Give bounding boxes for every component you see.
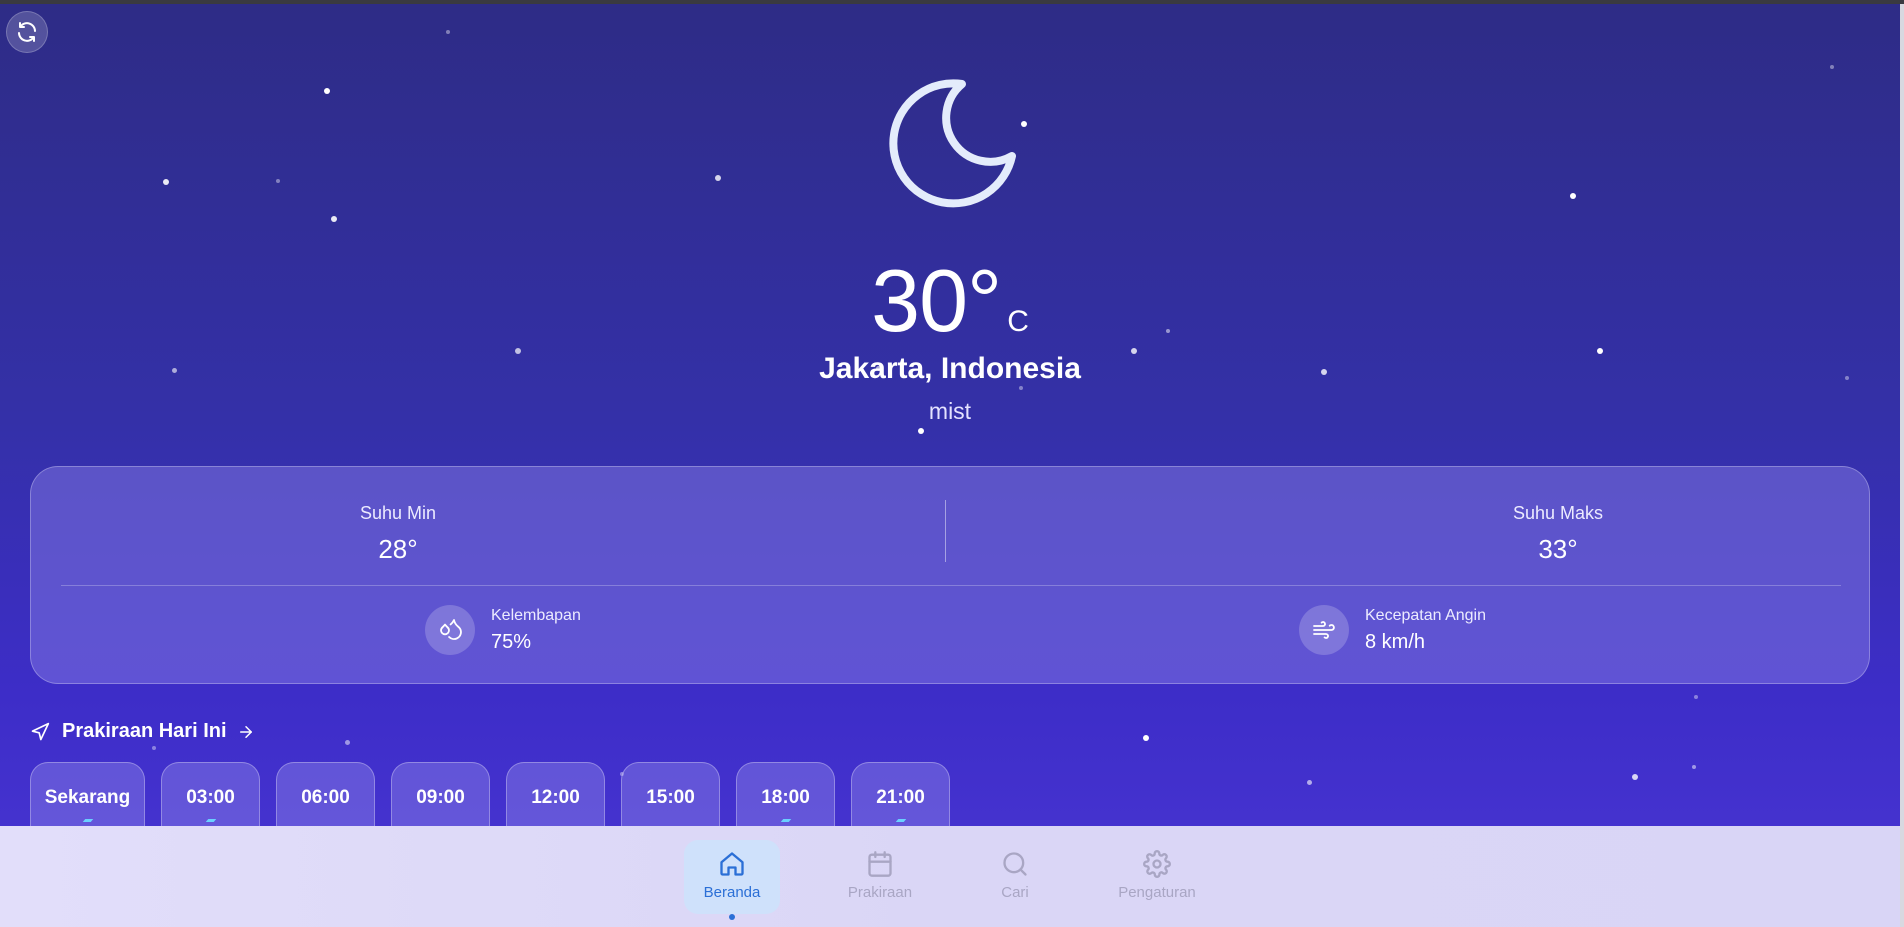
refresh-icon — [18, 22, 36, 42]
hour-label: 06:00 — [301, 787, 350, 808]
star — [1307, 780, 1312, 785]
star — [276, 179, 280, 183]
max-temp-label: Suhu Maks — [1512, 503, 1604, 523]
star — [1021, 121, 1027, 127]
max-temp-stat: Suhu Maks 33° — [1408, 503, 1708, 565]
moon-icon — [889, 79, 1016, 208]
nav-pengaturan[interactable]: Pengaturan — [1109, 840, 1205, 914]
location-name: Jakarta, Indonesia — [819, 352, 1081, 385]
arrow-right-icon — [239, 725, 252, 738]
nav-cari[interactable]: Cari — [967, 840, 1063, 914]
hour-label: 03:00 — [186, 787, 235, 808]
star — [1570, 193, 1576, 199]
weather-details-card: Suhu Min 28° Suhu Maks 33° Kelembapan 75… — [30, 466, 1870, 684]
hour-label: Sekarang — [44, 787, 131, 808]
weather-description: mist — [928, 398, 972, 424]
humidity-label: Kelembapan — [491, 606, 581, 624]
nav-label: Beranda — [703, 884, 761, 901]
wind-icon-badge — [1299, 605, 1349, 655]
wind-icon — [1313, 621, 1335, 639]
star — [1019, 386, 1023, 390]
droplets-icon — [440, 619, 462, 640]
humidity-value: 75% — [491, 630, 532, 653]
star — [1692, 765, 1696, 769]
hour-label: 15:00 — [646, 787, 695, 808]
max-temp-value: 33° — [1538, 534, 1578, 564]
hour-label: 21:00 — [876, 787, 925, 808]
scrollbar[interactable] — [1900, 4, 1904, 927]
star — [446, 30, 450, 34]
wind-metric: Kecepatan Angin 8 km/h — [1299, 605, 1486, 655]
hour-label: 09:00 — [416, 787, 465, 808]
star — [345, 740, 350, 745]
bottom-navigation: Beranda Prakiraan Cari Pengaturan — [0, 826, 1900, 927]
nav-beranda[interactable]: Beranda — [684, 840, 780, 914]
search-icon — [1003, 852, 1027, 876]
humidity-icon-badge — [425, 605, 475, 655]
current-temperature: 30° C — [0, 250, 1900, 352]
weather-app: 30° C Jakarta, Indonesia mist Suhu Min 28… — [0, 4, 1900, 927]
star — [1694, 695, 1698, 699]
humidity-metric: Kelembapan 75% — [425, 605, 581, 655]
min-temp-label: Suhu Min — [359, 503, 437, 523]
nav-label: Prakiraan — [847, 884, 913, 901]
divider — [945, 500, 946, 562]
star — [163, 179, 169, 185]
star — [324, 88, 330, 94]
star — [152, 746, 156, 750]
star — [331, 216, 337, 222]
temperature-value: 30° — [871, 251, 1002, 350]
temperature-unit: C — [1007, 305, 1029, 338]
gear-icon — [1143, 850, 1171, 878]
star — [1632, 774, 1638, 780]
today-forecast-title: Prakiraan Hari Ini — [62, 720, 227, 742]
active-indicator-dot — [729, 914, 735, 920]
wind-value: 8 km/h — [1365, 630, 1426, 653]
hour-label: 18:00 — [761, 787, 810, 808]
min-temp-stat: Suhu Min 28° — [248, 503, 548, 565]
divider — [61, 585, 1841, 586]
hour-label: 12:00 — [531, 787, 580, 808]
refresh-button[interactable] — [6, 11, 48, 53]
nav-prakiraan[interactable]: Prakiraan — [832, 840, 928, 914]
wind-label: Kecepatan Angin — [1365, 606, 1486, 624]
star — [715, 175, 721, 181]
star — [1830, 65, 1834, 69]
home-icon — [720, 852, 744, 876]
star — [918, 428, 924, 434]
nav-label: Cari — [1001, 884, 1029, 901]
navigation-icon — [31, 722, 50, 740]
min-temp-value: 28° — [378, 534, 418, 564]
calendar-icon — [868, 851, 892, 877]
nav-label: Pengaturan — [1118, 884, 1196, 901]
today-forecast-link[interactable]: Prakiraan Hari Ini — [30, 720, 255, 743]
star — [1143, 735, 1149, 741]
